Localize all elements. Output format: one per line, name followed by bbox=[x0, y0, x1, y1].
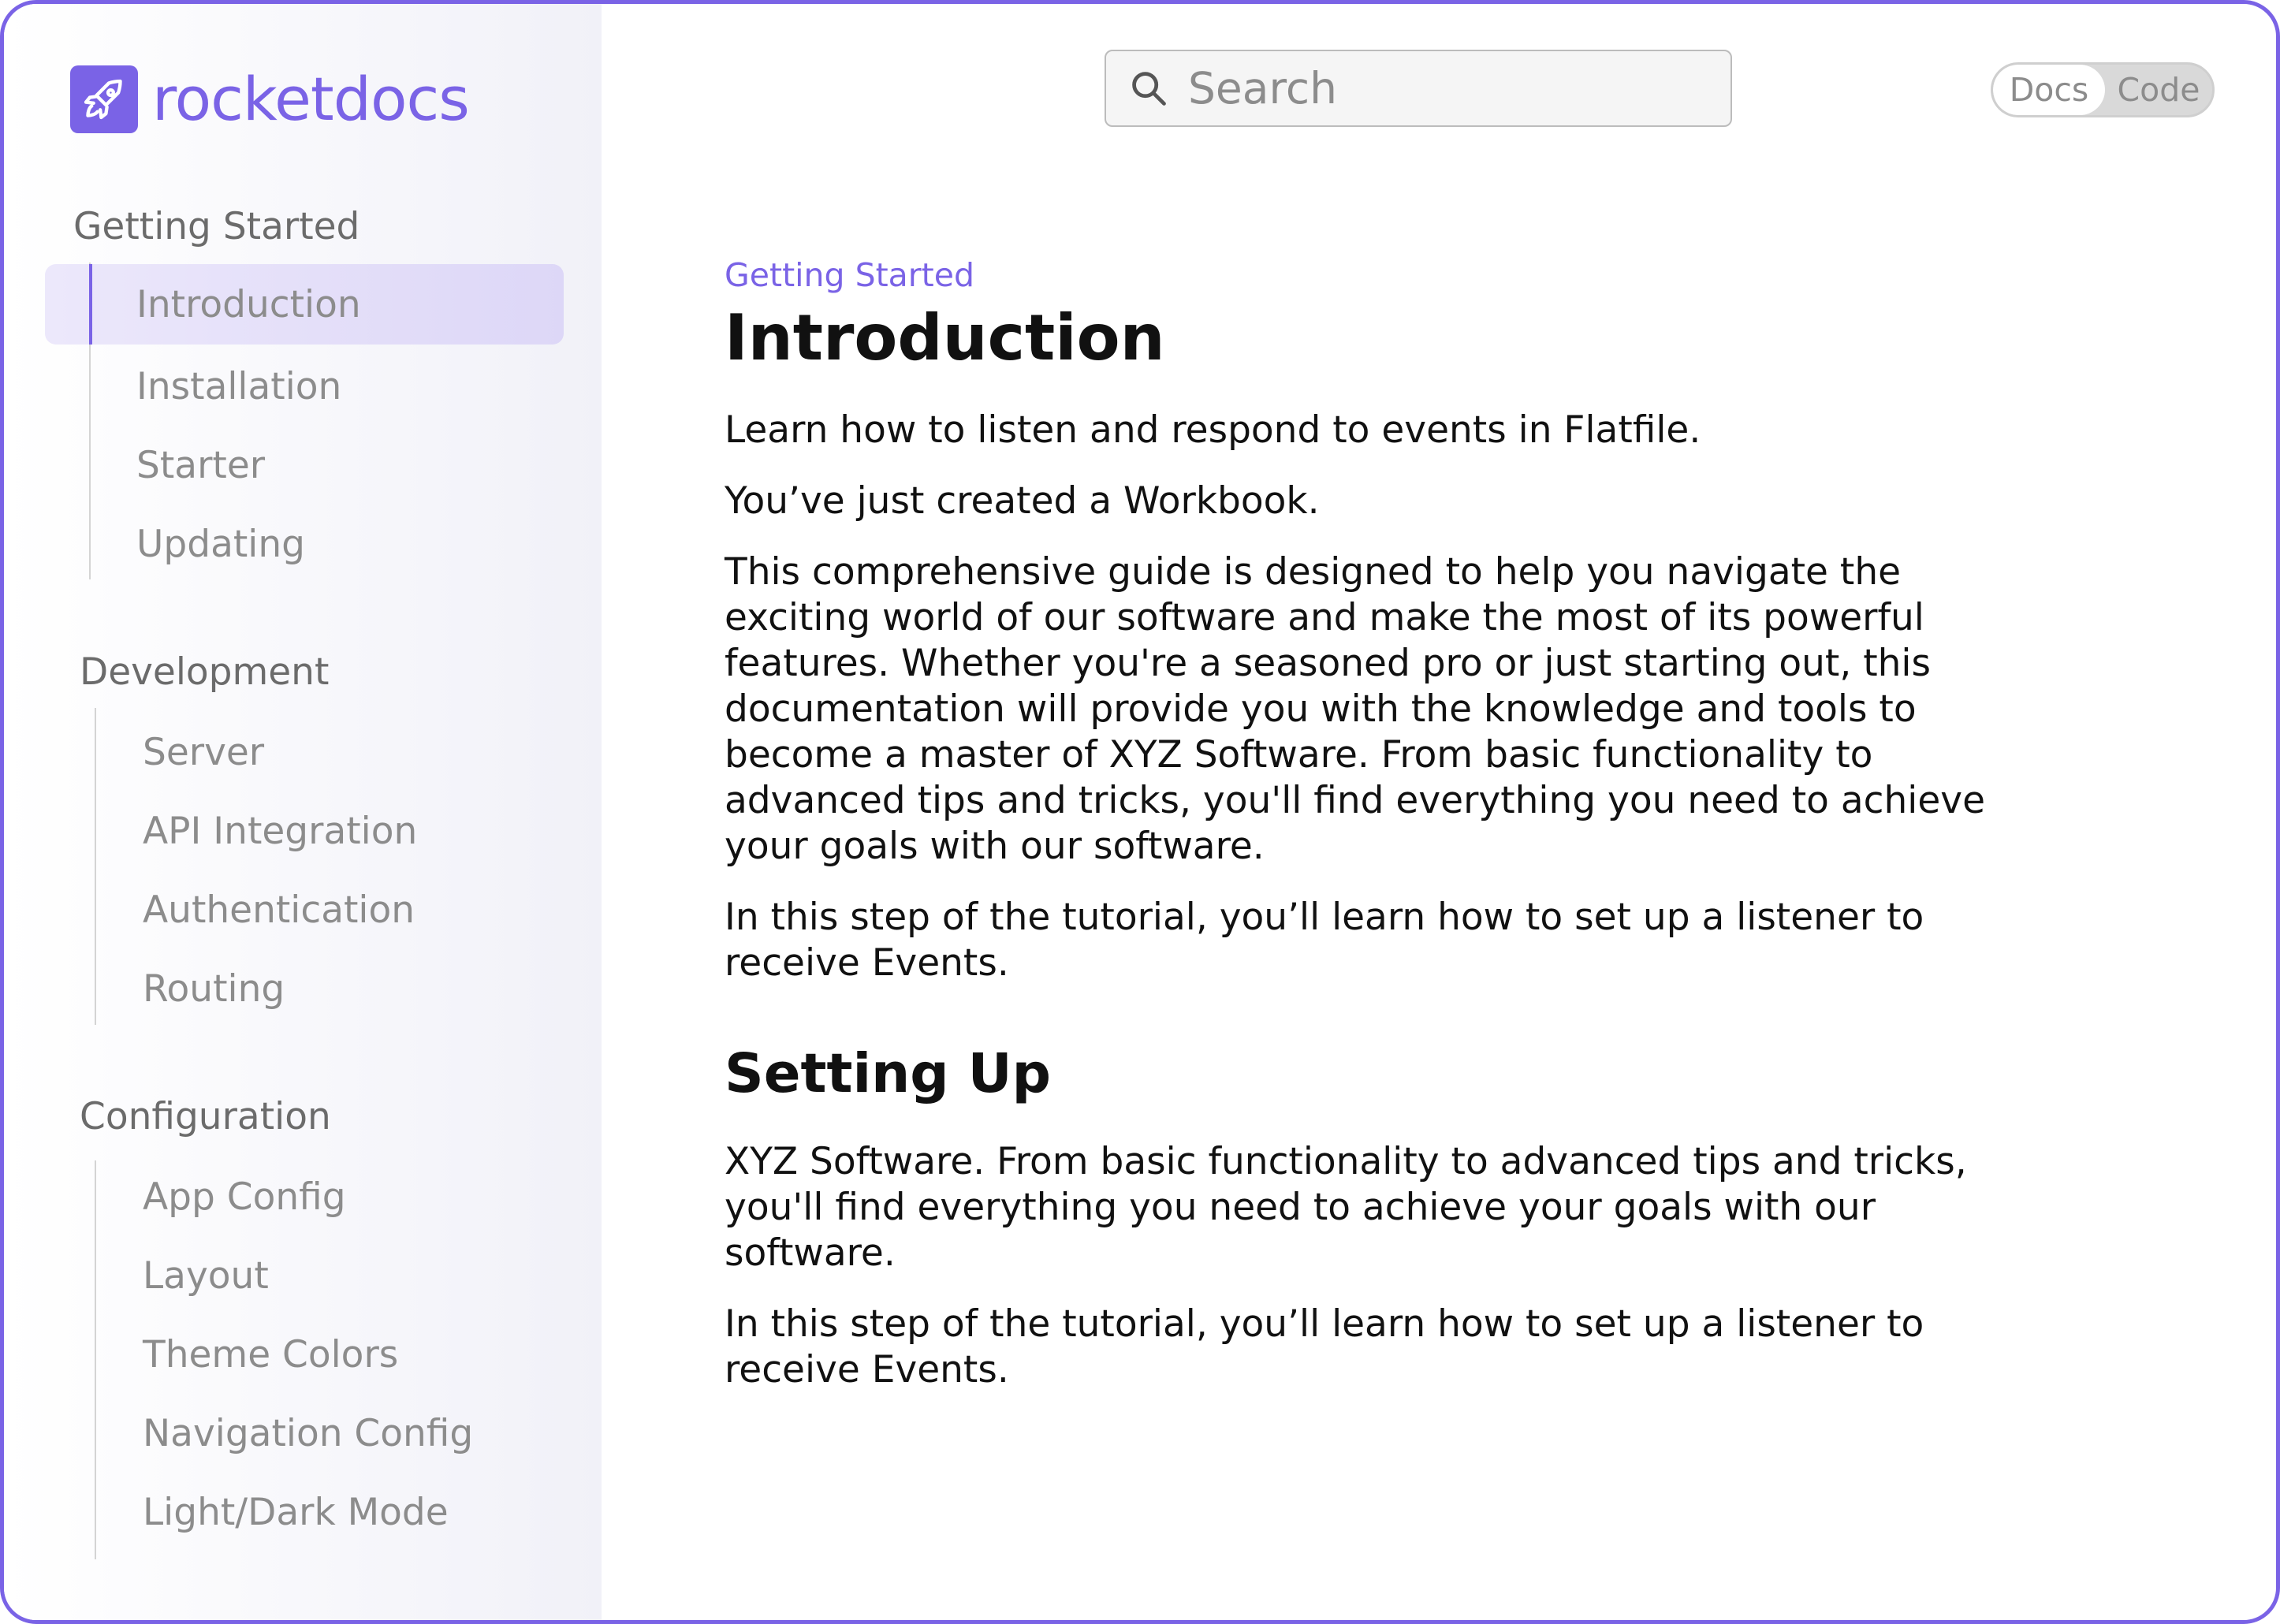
section-title: Development bbox=[80, 650, 330, 694]
brand-name: rocketdocs bbox=[152, 64, 470, 134]
sidebar-item-label: Introduction bbox=[136, 282, 361, 326]
docs-code-toggle[interactable]: Docs Code bbox=[1991, 62, 2215, 117]
article-paragraph: In this step of the tutorial, you’ll lea… bbox=[725, 1302, 1924, 1391]
search-input[interactable]: Search bbox=[1105, 50, 1732, 127]
article-paragraph: XYZ Software. From basic functionality t… bbox=[725, 1140, 1967, 1275]
article-paragraph: This comprehensive guide is designed to … bbox=[725, 550, 1985, 868]
sidebar-item-label: Server bbox=[143, 730, 265, 774]
sidebar-item-updating[interactable]: Updating bbox=[45, 504, 564, 584]
article: Getting Started Introduction Learn how t… bbox=[725, 255, 2049, 1393]
sidebar-item-introduction[interactable]: Introduction bbox=[45, 264, 564, 345]
sidebar-item-installation[interactable]: Installation bbox=[45, 346, 564, 426]
sidebar-item-api-integration[interactable]: API Integration bbox=[45, 791, 564, 871]
sidebar-item-label: Routing bbox=[143, 967, 285, 1011]
article-paragraph: Learn how to listen and respond to event… bbox=[725, 408, 1701, 452]
sidebar: rocketdocs Getting Started Introduction … bbox=[4, 4, 602, 1620]
search-icon bbox=[1127, 66, 1171, 110]
sidebar-item-label: Updating bbox=[136, 522, 305, 566]
article-paragraph: In this step of the tutorial, you’ll lea… bbox=[725, 896, 1924, 985]
section-title: Configuration bbox=[80, 1095, 331, 1138]
page-title: Introduction bbox=[725, 301, 1165, 374]
sidebar-item-label: Layout bbox=[143, 1253, 269, 1298]
sidebar-item-label: App Config bbox=[143, 1175, 346, 1219]
search-placeholder: Search bbox=[1188, 63, 1337, 114]
sidebar-item-label: Starter bbox=[136, 443, 266, 487]
sidebar-item-theme-colors[interactable]: Theme Colors bbox=[45, 1314, 564, 1395]
section-title: Getting Started bbox=[73, 205, 360, 248]
sidebar-item-label: Light/Dark Mode bbox=[143, 1490, 449, 1534]
section-heading: Setting Up bbox=[725, 1042, 1052, 1105]
sidebar-item-server[interactable]: Server bbox=[45, 712, 564, 792]
sidebar-item-label: API Integration bbox=[143, 809, 418, 853]
app-window: rocketdocs Getting Started Introduction … bbox=[0, 0, 2280, 1624]
sidebar-item-label: Theme Colors bbox=[143, 1332, 399, 1376]
toggle-option-docs[interactable]: Docs bbox=[1993, 65, 2105, 115]
sidebar-item-layout[interactable]: Layout bbox=[45, 1235, 564, 1316]
sidebar-item-light-dark-mode[interactable]: Light/Dark Mode bbox=[45, 1472, 564, 1552]
sidebar-item-label: Navigation Config bbox=[143, 1411, 474, 1455]
sidebar-item-label: Installation bbox=[136, 364, 342, 408]
sidebar-item-starter[interactable]: Starter bbox=[45, 425, 564, 505]
toggle-option-code[interactable]: Code bbox=[2105, 65, 2212, 115]
sidebar-item-app-config[interactable]: App Config bbox=[45, 1157, 564, 1237]
sidebar-item-authentication[interactable]: Authentication bbox=[45, 870, 564, 950]
sidebar-item-routing[interactable]: Routing bbox=[45, 948, 564, 1029]
sidebar-item-label: Authentication bbox=[143, 888, 415, 932]
article-paragraph: You’ve just created a Workbook. bbox=[725, 479, 1320, 523]
sidebar-item-navigation-config[interactable]: Navigation Config bbox=[45, 1393, 564, 1473]
rocket-icon bbox=[70, 65, 138, 133]
logo[interactable]: rocketdocs bbox=[70, 64, 470, 134]
breadcrumb[interactable]: Getting Started bbox=[725, 255, 2049, 296]
